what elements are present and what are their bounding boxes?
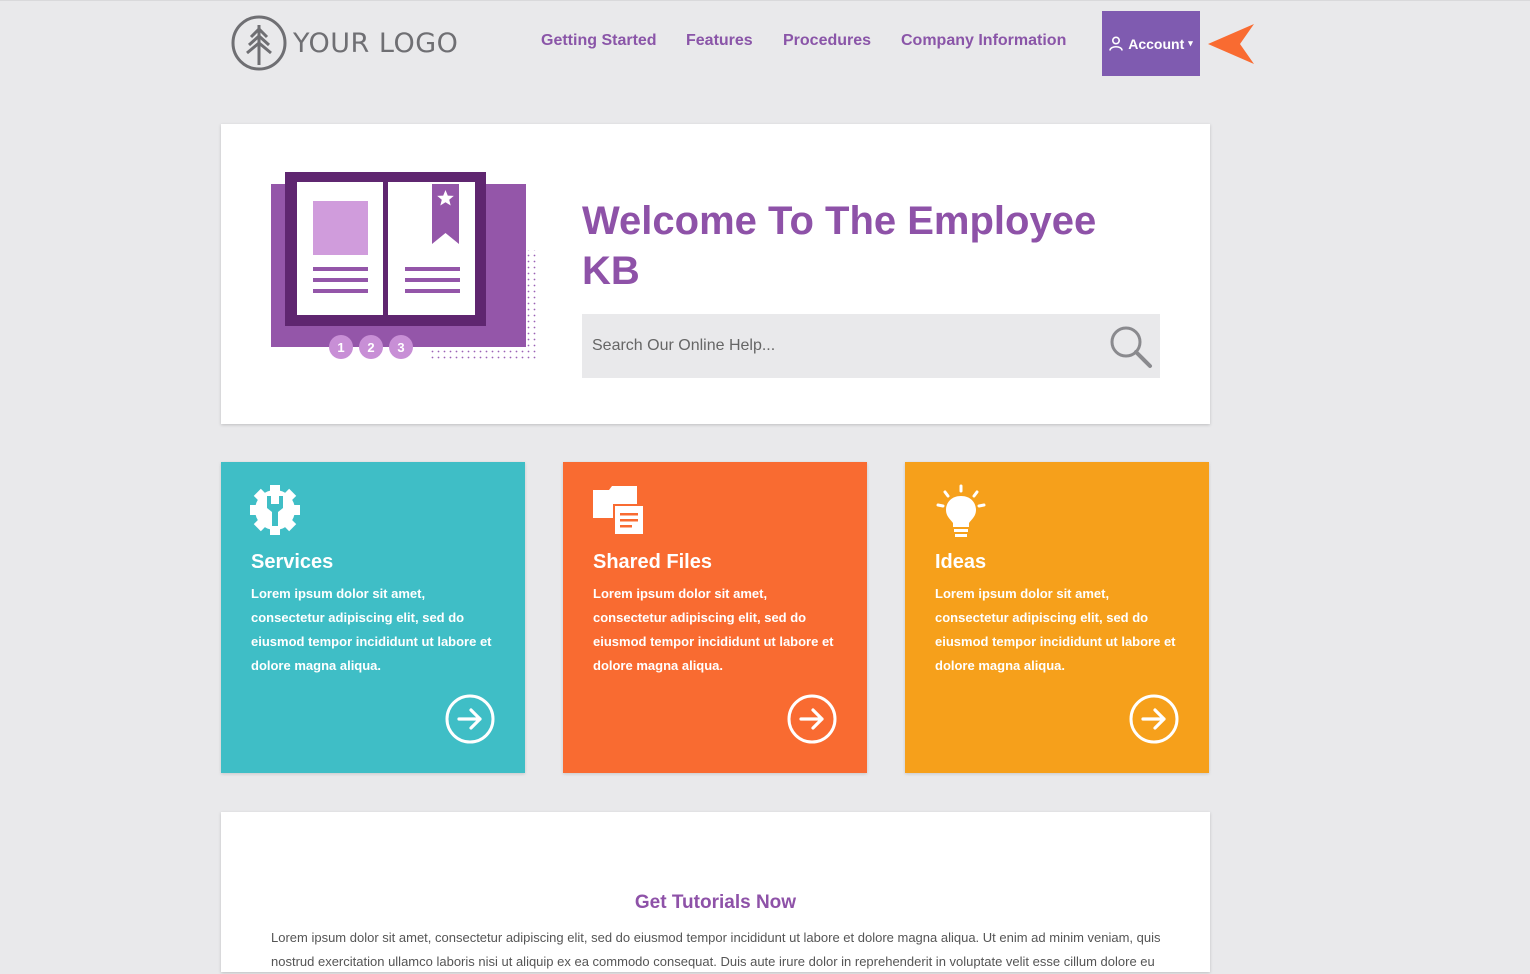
tutorials-text: Lorem ipsum dolor sit amet, consectetur … bbox=[271, 930, 1161, 969]
account-button[interactable]: Account ▾ bbox=[1102, 11, 1200, 76]
shared-files-text: Lorem ipsum dolor sit amet, consectetur … bbox=[593, 586, 834, 673]
nav-company-information[interactable]: Company Information bbox=[901, 32, 1066, 50]
services-title: Services bbox=[251, 551, 334, 573]
top-border bbox=[0, 0, 1530, 1]
ideas-text: Lorem ipsum dolor sit amet, consectetur … bbox=[935, 586, 1176, 673]
hero-card: 1 2 3 Welcome To The Employee KB bbox=[221, 124, 1210, 424]
services-card[interactable]: Services Lorem ipsum dolor sit amet, con… bbox=[221, 462, 525, 773]
chevron-down-icon: ▾ bbox=[1188, 38, 1193, 48]
user-icon bbox=[1109, 36, 1124, 51]
nav-getting-started[interactable]: Getting Started bbox=[541, 32, 657, 50]
tutorials-card: Get Tutorials Now Lorem ipsum dolor sit … bbox=[221, 812, 1210, 972]
arrow-right-circle-icon[interactable] bbox=[786, 693, 838, 745]
main-nav: Getting Started Features Procedures Comp… bbox=[0, 32, 1100, 54]
arrow-right-circle-icon[interactable] bbox=[1128, 693, 1180, 745]
handbook-illustration: 1 2 3 bbox=[271, 172, 539, 362]
step-badge-1: 1 bbox=[337, 340, 344, 355]
search-bar bbox=[582, 314, 1160, 378]
page-title: Welcome To The Employee KB bbox=[582, 199, 1097, 293]
account-label: Account bbox=[1128, 35, 1185, 52]
files-icon bbox=[593, 486, 643, 534]
ideas-title: Ideas bbox=[935, 551, 987, 573]
nav-features[interactable]: Features bbox=[686, 32, 753, 50]
search-input[interactable] bbox=[582, 314, 1122, 378]
wrench-gear-icon bbox=[250, 485, 300, 535]
nav-procedures[interactable]: Procedures bbox=[783, 32, 871, 50]
arrow-right-circle-icon[interactable] bbox=[444, 693, 496, 745]
shared-files-card[interactable]: Shared Files Lorem ipsum dolor sit amet,… bbox=[563, 462, 867, 773]
services-text: Lorem ipsum dolor sit amet, consectetur … bbox=[251, 586, 492, 673]
lightbulb-icon bbox=[936, 484, 986, 537]
shared-files-title: Shared Files bbox=[593, 551, 712, 573]
ideas-card[interactable]: Ideas Lorem ipsum dolor sit amet, consec… bbox=[905, 462, 1209, 773]
step-badge-2: 2 bbox=[367, 340, 374, 355]
tutorials-title: Get Tutorials Now bbox=[634, 892, 797, 913]
pointer-arrow-icon bbox=[1208, 24, 1254, 64]
step-badge-3: 3 bbox=[397, 340, 404, 355]
search-icon[interactable] bbox=[1108, 324, 1154, 370]
